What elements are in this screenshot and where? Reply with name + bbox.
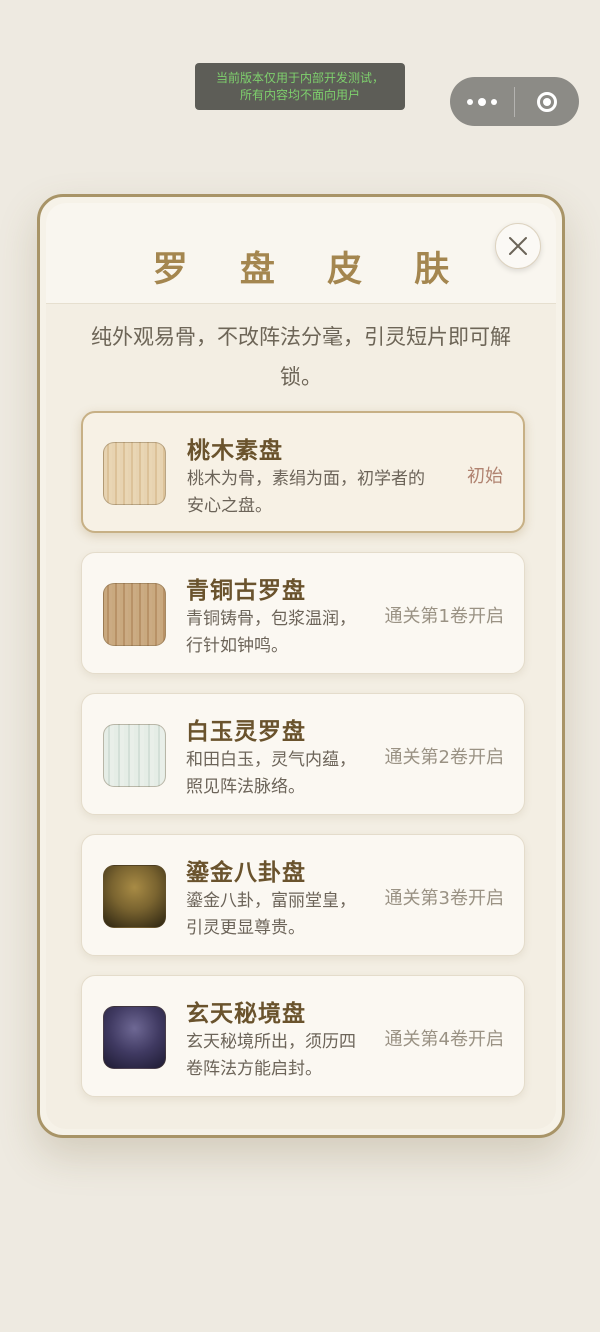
dev-test-banner: 当前版本仅用于内部开发测试， 所有内容均不面向用户 xyxy=(195,63,405,110)
dev-banner-line1: 当前版本仅用于内部开发测试， xyxy=(215,70,384,85)
skin-status: 通关第3卷开启 xyxy=(384,888,504,909)
skin-desc: 青铜铸骨，包浆温润，行针如钟鸣。 xyxy=(186,609,356,656)
close-x-icon xyxy=(509,237,527,255)
skin-desc: 玄天秘境所出，须历四卷阵法方能启封。 xyxy=(186,1032,356,1079)
skin-card-bronze[interactable]: 青铜古罗盘 青铜铸骨，包浆温润，行针如钟鸣。 通关第1卷开启 xyxy=(81,552,525,674)
xuantian-swatch-icon xyxy=(103,1006,166,1069)
skin-name: 鎏金八卦盘 xyxy=(186,860,306,886)
skin-name: 玄天秘境盘 xyxy=(186,1001,306,1027)
skin-modal: 罗 盘 皮 肤 纯外观易骨，不改阵法分毫，引灵短片即可解锁。 桃木素盘 桃木为骨… xyxy=(37,194,565,1138)
skin-list: 桃木素盘 桃木为骨，素绢为面，初学者的安心之盘。 初始 青铜古罗盘 青铜铸骨，包… xyxy=(81,411,525,1116)
peach-wood-swatch-icon xyxy=(103,442,166,505)
more-dots-icon[interactable] xyxy=(450,77,514,126)
dev-banner-line2: 所有内容均不面向用户 xyxy=(239,87,360,102)
skin-name: 青铜古罗盘 xyxy=(186,578,306,604)
skin-status: 通关第1卷开启 xyxy=(384,606,504,627)
target-ring-icon xyxy=(537,91,557,112)
exit-button[interactable] xyxy=(515,77,579,126)
skin-status: 通关第4卷开启 xyxy=(384,1029,504,1050)
skin-status: 通关第2卷开启 xyxy=(384,747,504,768)
skin-desc: 鎏金八卦，富丽堂皇，引灵更显尊贵。 xyxy=(186,891,356,938)
miniprogram-capsule xyxy=(450,77,579,126)
modal-title: 罗 盘 皮 肤 xyxy=(152,249,470,290)
skin-card-xuantian[interactable]: 玄天秘境盘 玄天秘境所出，须历四卷阵法方能启封。 通关第4卷开启 xyxy=(81,975,525,1097)
skin-card-gold[interactable]: 鎏金八卦盘 鎏金八卦，富丽堂皇，引灵更显尊贵。 通关第3卷开启 xyxy=(81,834,525,956)
skin-desc: 桃木为骨，素绢为面，初学者的安心之盘。 xyxy=(187,469,425,516)
skin-card-peach[interactable]: 桃木素盘 桃木为骨，素绢为面，初学者的安心之盘。 初始 xyxy=(81,411,525,533)
skin-desc: 和田白玉，灵气内蕴，照见阵法脉络。 xyxy=(186,750,356,797)
jade-swatch-icon xyxy=(103,724,166,787)
modal-body: 罗 盘 皮 肤 纯外观易骨，不改阵法分毫，引灵短片即可解锁。 桃木素盘 桃木为骨… xyxy=(46,203,556,1129)
bronze-swatch-icon xyxy=(103,583,166,646)
skin-status: 初始 xyxy=(467,466,503,487)
modal-header: 罗 盘 皮 肤 xyxy=(46,203,556,304)
skin-name: 白玉灵罗盘 xyxy=(186,719,306,745)
skin-card-jade[interactable]: 白玉灵罗盘 和田白玉，灵气内蕴，照见阵法脉络。 通关第2卷开启 xyxy=(81,693,525,815)
modal-subtitle: 纯外观易骨，不改阵法分毫，引灵短片即可解锁。 xyxy=(91,325,511,389)
gold-swatch-icon xyxy=(103,865,166,928)
skin-name: 桃木素盘 xyxy=(187,438,283,464)
close-button[interactable] xyxy=(495,223,541,269)
